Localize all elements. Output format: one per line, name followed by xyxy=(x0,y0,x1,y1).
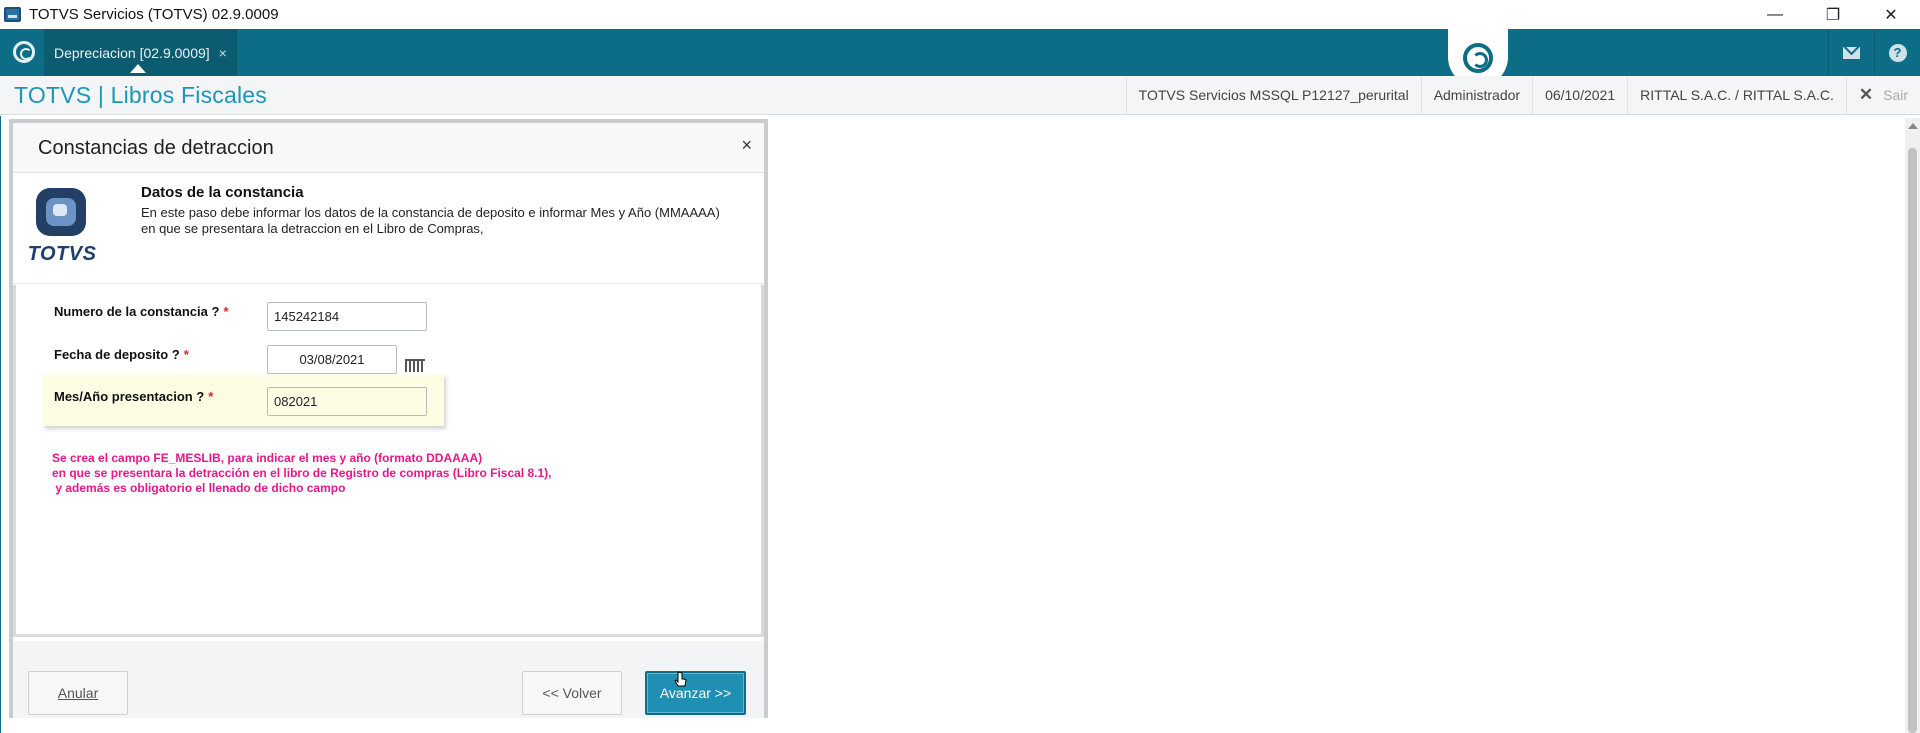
app-header: TOTVS | Libros Fiscales TOTVS Servicios … xyxy=(0,76,1920,115)
numero-input[interactable]: 145242184 xyxy=(267,302,427,331)
step-description: En este paso debe informar los datos de … xyxy=(141,205,761,237)
vertical-scrollbar[interactable] xyxy=(1905,118,1920,733)
totvs-logo: TOTVS xyxy=(27,188,97,268)
dialog-close-icon[interactable]: × xyxy=(741,135,752,156)
calendar-icon[interactable] xyxy=(405,359,425,372)
help-button[interactable]: ? xyxy=(1874,29,1920,76)
note-line: Se crea el campo FE_MESLIB, para indicar… xyxy=(52,451,483,465)
dialog-header: Constancias de detraccion × xyxy=(13,123,764,173)
chat-icon[interactable] xyxy=(1463,43,1493,73)
numero-label: Numero de la constancia ? * xyxy=(54,304,229,319)
help-icon: ? xyxy=(1888,43,1907,62)
scroll-thumb[interactable] xyxy=(1908,148,1917,733)
required-mark: * xyxy=(223,304,229,319)
exit-button[interactable]: ✕ Sair xyxy=(1845,76,1920,114)
step-desc-line: en que se presentara la detraccion en el… xyxy=(141,221,484,236)
annotation-note: Se crea el campo FE_MESLIB, para indicar… xyxy=(52,451,552,496)
form-area: Numero de la constancia ? * 145242184 Fec… xyxy=(13,285,764,637)
fecha-label: Fecha de deposito ? * xyxy=(54,347,189,362)
tab-label: Depreciacion [02.9.0009] xyxy=(54,44,210,61)
note-line: y además es obligatorio el llenado de di… xyxy=(52,481,346,495)
mes-label: Mes/Año presentacion ? * xyxy=(54,389,213,404)
cancel-button[interactable]: Anular xyxy=(28,671,128,715)
note-line: en que se presentara la detracción en el… xyxy=(52,466,552,480)
wizard-step-header: TOTVS Datos de la constancia En este pas… xyxy=(13,174,764,284)
dialog-footer: Anular << Volver Avanzar >> xyxy=(13,641,764,718)
required-mark: * xyxy=(183,347,189,362)
user-label[interactable]: Administrador xyxy=(1420,76,1532,114)
mail-button[interactable] xyxy=(1828,29,1874,76)
fecha-label-text: Fecha de deposito ? xyxy=(54,347,180,362)
next-button[interactable]: Avanzar >> xyxy=(645,671,746,715)
window-controls: — ❐ ✕ xyxy=(1746,0,1920,29)
back-button[interactable]: << Volver xyxy=(522,671,622,715)
app-title: TOTVS | Libros Fiscales xyxy=(14,82,267,108)
header-info: TOTVS Servicios MSSQL P12127_perurital A… xyxy=(1125,76,1920,114)
window-left-frame xyxy=(0,116,7,733)
minimize-button[interactable]: — xyxy=(1746,0,1804,29)
environment-label[interactable]: TOTVS Servicios MSSQL P12127_perurital xyxy=(1125,76,1421,114)
home-icon[interactable] xyxy=(13,41,35,63)
numero-label-text: Numero de la constancia ? xyxy=(54,304,220,319)
mouse-cursor-icon xyxy=(674,671,687,687)
mail-icon xyxy=(1843,46,1860,59)
app-icon xyxy=(4,7,21,22)
restore-button[interactable]: ❐ xyxy=(1804,0,1862,29)
scroll-up-icon[interactable] xyxy=(1908,123,1918,129)
fecha-input[interactable]: 03/08/2021 xyxy=(267,345,397,374)
company-label[interactable]: RITTAL S.A.C. / RITTAL S.A.C. xyxy=(1627,76,1846,114)
tab-close-icon[interactable]: × xyxy=(219,45,227,61)
date-label[interactable]: 06/10/2021 xyxy=(1532,76,1627,114)
tab-pointer xyxy=(130,64,146,73)
close-window-button[interactable]: ✕ xyxy=(1862,0,1920,29)
logo-badge-icon xyxy=(36,188,86,236)
logo-wordmark: TOTVS xyxy=(27,243,97,265)
step-desc-line: En este paso debe informar los datos de … xyxy=(141,205,720,220)
tab-bar: Depreciacion [02.9.0009] × ? xyxy=(0,29,1920,87)
mes-input[interactable]: 082021 xyxy=(267,387,427,416)
mes-label-text: Mes/Año presentacion ? xyxy=(54,389,205,404)
dialog-title: Constancias de detraccion xyxy=(38,137,274,159)
top-right-actions: ? xyxy=(1828,29,1920,76)
exit-label: Sair xyxy=(1883,87,1908,103)
window-title: TOTVS Servicios (TOTVS) 02.9.0009 xyxy=(29,6,279,23)
window-titlebar: TOTVS Servicios (TOTVS) 02.9.0009 — ❐ ✕ xyxy=(0,0,1920,29)
step-title: Datos de la constancia xyxy=(141,184,304,201)
wizard-dialog: Constancias de detraccion × TOTVS Datos … xyxy=(9,119,768,718)
required-mark: * xyxy=(208,389,214,404)
exit-icon: ✕ xyxy=(1858,85,1874,104)
